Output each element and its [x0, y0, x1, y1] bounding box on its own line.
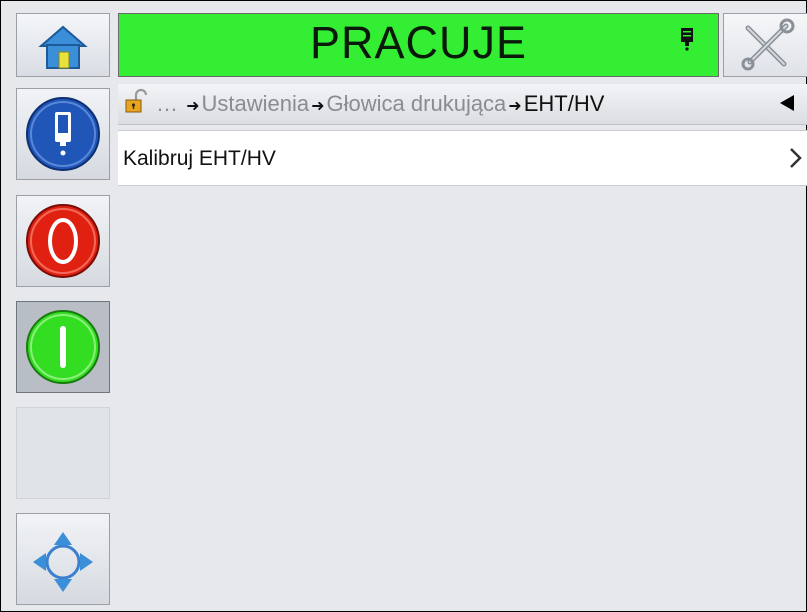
back-arrow-icon[interactable]: [779, 94, 795, 112]
power-off-icon: [26, 204, 100, 278]
ink-system-button[interactable]: [16, 88, 110, 180]
arrow-right-icon: ➜: [186, 98, 200, 115]
start-button[interactable]: [16, 301, 110, 393]
breadcrumb-ellipsis[interactable]: …: [156, 91, 178, 116]
breadcrumb: … ➜Ustawienia ➜Głowica drukująca ➜EHT/HV: [118, 84, 807, 125]
navigation-button[interactable]: [16, 513, 110, 605]
status-bar[interactable]: PRACUJE: [118, 13, 719, 77]
menu-item-label: Kalibruj EHT/HV: [123, 147, 276, 170]
printhead-icon: [681, 28, 693, 51]
menu-item-calibrate-eht-hv[interactable]: Kalibruj EHT/HV: [118, 130, 807, 186]
breadcrumb-path: … ➜Ustawienia ➜Głowica drukująca ➜EHT/HV: [156, 91, 604, 117]
navigation-arrows-icon: [33, 532, 93, 592]
tools-button[interactable]: [723, 13, 807, 77]
status-text: PRACUJE: [309, 17, 528, 68]
power-on-icon: [26, 310, 100, 384]
unlocked-padlock-icon: [125, 88, 148, 113]
arrow-right-icon: ➜: [311, 98, 325, 115]
breadcrumb-item-settings[interactable]: Ustawienia: [202, 91, 310, 116]
breadcrumb-current: EHT/HV: [523, 91, 605, 116]
stop-button[interactable]: [16, 195, 110, 287]
arrow-right-icon: ➜: [508, 98, 522, 115]
tools-icon: [741, 18, 795, 71]
ink-drop-icon: [26, 97, 100, 171]
empty-slot: [16, 407, 110, 499]
home-icon: [38, 25, 88, 69]
home-button[interactable]: [16, 13, 110, 77]
chevron-right-icon: [790, 148, 802, 168]
breadcrumb-item-printhead[interactable]: Głowica drukująca: [327, 91, 507, 116]
